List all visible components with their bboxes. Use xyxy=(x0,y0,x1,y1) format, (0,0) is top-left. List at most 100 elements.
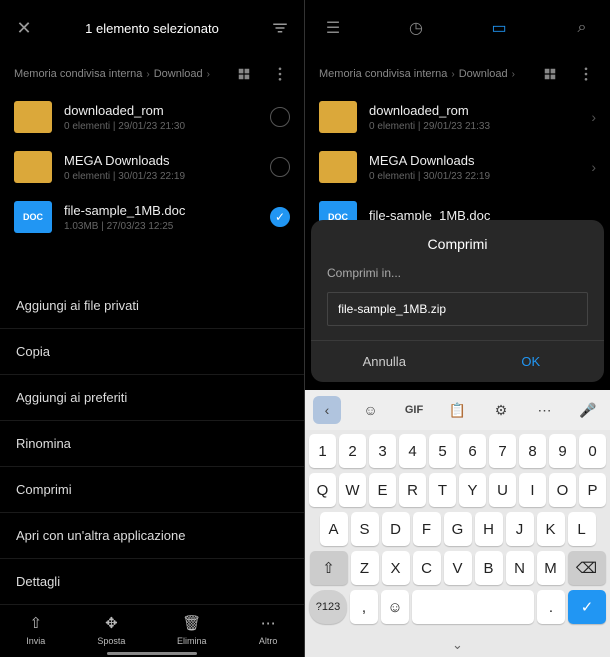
grid-icon[interactable] xyxy=(540,64,560,84)
key[interactable]: 7 xyxy=(489,434,516,468)
delete-button[interactable]: 🗑Elimina xyxy=(177,613,207,646)
checkbox-checked[interactable]: ✓ xyxy=(270,207,290,227)
dialog-subtitle: Comprimi in... xyxy=(311,266,604,280)
gif-button[interactable]: GIF xyxy=(400,396,428,424)
breadcrumb[interactable]: Memoria condivisa interna › Download › xyxy=(14,68,210,80)
mic-icon[interactable]: 🎤 xyxy=(574,396,602,424)
key[interactable]: T xyxy=(429,473,456,507)
key[interactable]: 8 xyxy=(519,434,546,468)
key[interactable]: 6 xyxy=(459,434,486,468)
key[interactable]: U xyxy=(489,473,516,507)
folder-icon xyxy=(319,101,357,133)
space-key[interactable] xyxy=(412,590,534,624)
clock-icon[interactable]: ◷ xyxy=(406,18,426,38)
filter-icon[interactable] xyxy=(270,18,290,38)
backspace-key[interactable]: ⌫ xyxy=(568,551,606,585)
list-item[interactable]: DOC file-sample_1MB.doc 1.03MB | 27/03/2… xyxy=(0,192,304,242)
key[interactable]: I xyxy=(519,473,546,507)
list-item[interactable]: downloaded_rom 0 elementi | 29/01/23 21:… xyxy=(0,92,304,142)
search-icon[interactable]: ⌕ xyxy=(572,18,592,38)
list-item[interactable]: MEGA Downloads 0 elementi | 30/01/23 22:… xyxy=(305,142,610,192)
kb-row-3: A S D F G H J K L xyxy=(309,512,606,546)
key[interactable]: R xyxy=(399,473,426,507)
key[interactable]: E xyxy=(369,473,396,507)
collapse-keyboard-icon[interactable]: ⌄ xyxy=(305,633,610,657)
key[interactable]: K xyxy=(537,512,565,546)
gear-icon[interactable]: ⚙ xyxy=(487,396,515,424)
period-key[interactable]: . xyxy=(537,590,565,624)
key[interactable]: 4 xyxy=(399,434,426,468)
list-item[interactable]: MEGA Downloads 0 elementi | 30/01/23 22:… xyxy=(0,142,304,192)
key[interactable]: V xyxy=(444,551,472,585)
cancel-button[interactable]: Annulla xyxy=(311,341,458,382)
key[interactable]: G xyxy=(444,512,472,546)
dots-icon[interactable] xyxy=(576,64,596,84)
trash-icon: 🗑 xyxy=(182,613,202,633)
menu-details[interactable]: Dettagli xyxy=(0,559,304,605)
key[interactable]: 9 xyxy=(549,434,576,468)
more-button[interactable]: ⋯Altro xyxy=(258,613,278,646)
more-icon[interactable]: ⋯ xyxy=(531,396,559,424)
key[interactable]: F xyxy=(413,512,441,546)
menu-rename[interactable]: Rinomina xyxy=(0,421,304,467)
emoji-key[interactable]: ☺ xyxy=(381,590,409,624)
kb-back-icon[interactable]: ‹ xyxy=(313,396,341,424)
key[interactable]: Y xyxy=(459,473,486,507)
key[interactable]: D xyxy=(382,512,410,546)
menu-add-favorites[interactable]: Aggiungi ai preferiti xyxy=(0,375,304,421)
key[interactable]: A xyxy=(320,512,348,546)
symbols-key[interactable]: ?123 xyxy=(309,590,347,624)
grid-icon[interactable] xyxy=(234,64,254,84)
compress-dialog: Comprimi Comprimi in... Annulla OK xyxy=(311,220,604,382)
key[interactable]: C xyxy=(413,551,441,585)
key[interactable]: 1 xyxy=(309,434,336,468)
clipboard-icon[interactable]: 📋 xyxy=(444,396,472,424)
menu-open-with[interactable]: Apri con un'altra applicazione xyxy=(0,513,304,559)
chevron-right-icon: › xyxy=(591,109,596,125)
key[interactable]: N xyxy=(506,551,534,585)
more-icon: ⋯ xyxy=(258,613,278,633)
key[interactable]: O xyxy=(549,473,576,507)
keyboard: ‹ ☺ GIF 📋 ⚙ ⋯ 🎤 1 2 3 4 5 6 7 8 9 0 Q xyxy=(305,390,610,657)
selection-title: 1 elemento selezionato xyxy=(34,21,270,36)
shift-key[interactable]: ⇧ xyxy=(310,551,348,585)
key[interactable]: H xyxy=(475,512,503,546)
home-indicator[interactable] xyxy=(107,652,197,655)
menu-add-private[interactable]: Aggiungi ai file privati xyxy=(0,283,304,329)
list-item[interactable]: downloaded_rom 0 elementi | 29/01/23 21:… xyxy=(305,92,610,142)
filename-input[interactable] xyxy=(327,292,588,326)
close-icon[interactable]: ✕ xyxy=(14,18,34,38)
key[interactable]: J xyxy=(506,512,534,546)
key[interactable]: Z xyxy=(351,551,379,585)
key[interactable]: M xyxy=(537,551,565,585)
folder-icon xyxy=(14,151,52,183)
folder-tab-icon[interactable]: ▭ xyxy=(489,18,509,38)
chevron-right-icon: › xyxy=(207,69,210,80)
key[interactable]: 2 xyxy=(339,434,366,468)
key[interactable]: B xyxy=(475,551,503,585)
sticker-icon[interactable]: ☺ xyxy=(357,396,385,424)
dialog-title: Comprimi xyxy=(311,236,604,252)
key[interactable]: Q xyxy=(309,473,336,507)
key[interactable]: X xyxy=(382,551,410,585)
send-button[interactable]: ⇧Invia xyxy=(26,613,46,646)
comma-key[interactable]: , xyxy=(350,590,378,624)
dots-icon[interactable] xyxy=(270,64,290,84)
menu-compress[interactable]: Comprimi xyxy=(0,467,304,513)
key[interactable]: 3 xyxy=(369,434,396,468)
ok-button[interactable]: OK xyxy=(458,341,605,382)
key[interactable]: L xyxy=(568,512,596,546)
enter-key[interactable]: ✓ xyxy=(568,590,606,624)
checkbox[interactable] xyxy=(270,107,290,127)
move-button[interactable]: ✥Sposta xyxy=(97,613,125,646)
key[interactable]: S xyxy=(351,512,379,546)
key[interactable]: W xyxy=(339,473,366,507)
key[interactable]: P xyxy=(579,473,606,507)
key[interactable]: 0 xyxy=(579,434,606,468)
key[interactable]: 5 xyxy=(429,434,456,468)
chevron-right-icon: › xyxy=(591,159,596,175)
breadcrumb[interactable]: Memoria condivisa interna › Download › xyxy=(319,68,515,80)
menu-icon[interactable]: ☰ xyxy=(323,18,343,38)
menu-copy[interactable]: Copia xyxy=(0,329,304,375)
checkbox[interactable] xyxy=(270,157,290,177)
